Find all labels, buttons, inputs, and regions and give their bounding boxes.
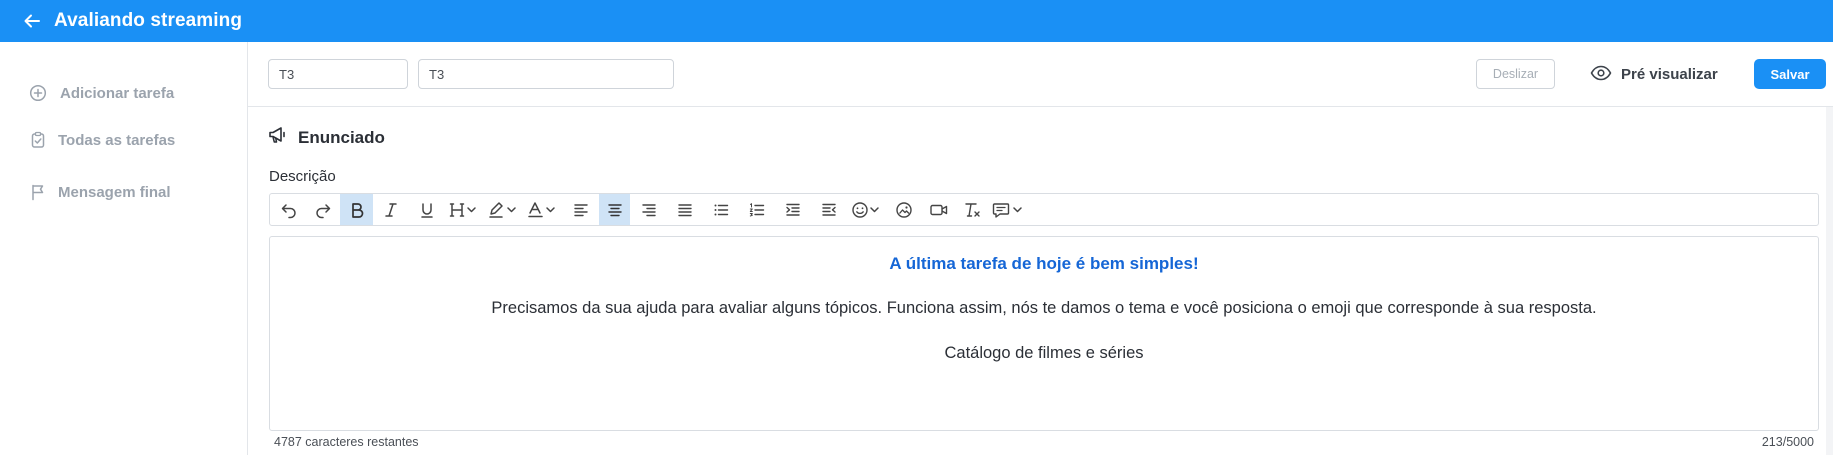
arrow-left-icon[interactable]: [22, 11, 42, 31]
sidebar: Adicionar tarefa Todas as tarefas Mensag…: [0, 42, 248, 455]
italic-icon[interactable]: [373, 194, 409, 225]
preview-button[interactable]: Pré visualizar: [1590, 59, 1718, 89]
sidebar-item-label: Mensagem final: [58, 183, 171, 201]
sidebar-item-final-message[interactable]: Mensagem final: [28, 182, 171, 202]
rich-text-editor[interactable]: A última tarefa de hoje é bem simples! P…: [269, 236, 1819, 431]
top-bar: Avaliando streaming: [0, 0, 1833, 42]
remaining-characters: 4787 caracteres restantes: [274, 435, 419, 449]
editor-toolbar: [269, 193, 1819, 226]
align-left-icon[interactable]: [563, 194, 599, 225]
align-right-icon[interactable]: [630, 194, 667, 225]
editor-paragraph: Precisamos da sua ajuda para avaliar alg…: [491, 299, 1597, 317]
editor-topic: Catálogo de filmes e séries: [944, 344, 1144, 362]
megaphone-icon: [268, 126, 288, 149]
outdent-icon[interactable]: [811, 194, 847, 225]
align-justify-icon[interactable]: [667, 194, 703, 225]
sidebar-item-all-tasks[interactable]: Todas as tarefas: [28, 130, 175, 150]
video-icon[interactable]: [921, 194, 957, 225]
sidebar-item-add-task[interactable]: Adicionar tarefa: [28, 83, 174, 103]
font-color-icon[interactable]: [523, 194, 563, 225]
comment-icon[interactable]: [989, 194, 1029, 225]
plus-circle-icon: [28, 83, 48, 103]
task-name-input[interactable]: [418, 59, 674, 89]
redo-icon[interactable]: [306, 194, 340, 225]
section-title-label: Enunciado: [298, 127, 385, 147]
sidebar-item-label: Todas as tarefas: [58, 131, 176, 149]
highlight-icon[interactable]: [483, 194, 523, 225]
save-button[interactable]: Salvar: [1754, 59, 1826, 89]
scrollbar[interactable]: [1826, 107, 1833, 455]
task-header: Deslizar Pré visualizar Salvar: [248, 42, 1833, 107]
emoji-icon[interactable]: [847, 194, 887, 225]
page-title: Avaliando streaming: [54, 10, 243, 31]
preview-label: Pré visualizar: [1621, 65, 1718, 83]
bold-icon[interactable]: [340, 194, 373, 225]
character-count: 213/5000: [1761, 435, 1814, 449]
deslizar-button[interactable]: Deslizar: [1476, 59, 1555, 89]
clipboard-check-icon: [28, 130, 48, 150]
eye-icon: [1590, 65, 1612, 84]
align-center-icon[interactable]: [599, 194, 630, 225]
section-title: Enunciado: [268, 126, 385, 149]
flag-icon: [28, 182, 48, 202]
editor-heading: A última tarefa de hoje é bem simples!: [889, 254, 1199, 273]
bullet-list-icon[interactable]: [703, 194, 739, 225]
underline-icon[interactable]: [409, 194, 445, 225]
undo-icon[interactable]: [272, 194, 306, 225]
task-short-name-input[interactable]: [268, 59, 408, 89]
indent-icon[interactable]: [775, 194, 811, 225]
description-label: Descrição: [269, 168, 336, 185]
heading-icon[interactable]: [445, 194, 483, 225]
image-icon[interactable]: [887, 194, 921, 225]
numbered-list-icon[interactable]: [739, 194, 775, 225]
clear-format-icon[interactable]: [957, 194, 989, 225]
sidebar-item-label: Adicionar tarefa: [60, 84, 175, 102]
